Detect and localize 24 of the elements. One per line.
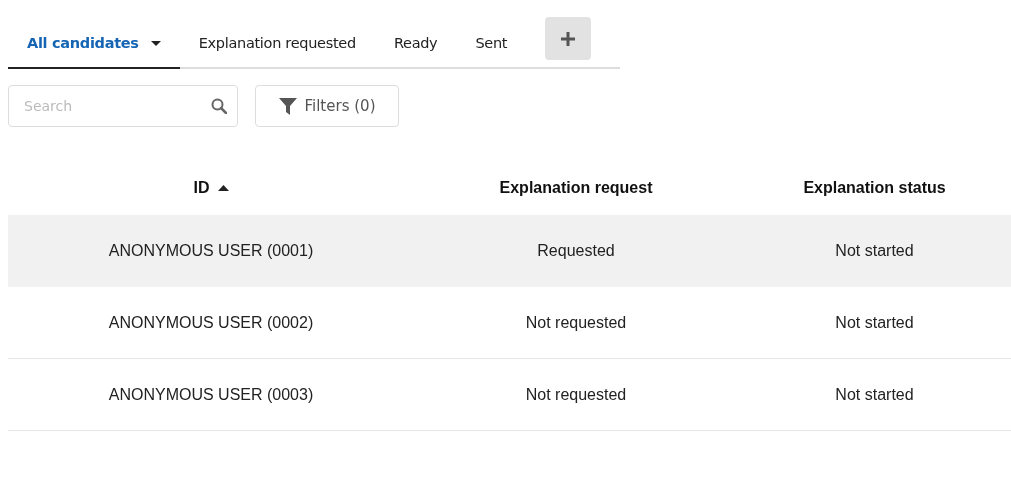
table-cell-text: Not started: [834, 240, 915, 261]
table-row[interactable]: ANONYMOUS USER (0001) Requested Not started: [8, 215, 1011, 287]
column-header[interactable]: Explanation request: [414, 160, 738, 215]
search-icon: [211, 98, 227, 114]
tab[interactable]: Sent: [456, 19, 527, 69]
column-header[interactable]: Explanation status: [738, 160, 1011, 215]
tab[interactable]: Ready: [374, 19, 457, 69]
add-tab-button[interactable]: [545, 17, 592, 60]
table-cell-text: Not requested: [524, 312, 628, 333]
table-cell-text: Requested: [536, 240, 616, 261]
column-header[interactable]: ID: [8, 160, 414, 215]
table-cell-text: ANONYMOUS USER (0002): [107, 312, 315, 333]
table-cell-text: Not started: [834, 312, 915, 333]
plus-icon: [561, 31, 576, 46]
table-cell-text: ANONYMOUS USER (0001): [107, 240, 315, 261]
table-cell-text: Not requested: [524, 384, 628, 405]
table-cell-text: ANONYMOUS USER (0003): [107, 384, 315, 405]
tab[interactable]: Explanation requested: [179, 19, 375, 69]
funnel-icon: [278, 97, 297, 115]
tab[interactable]: All candidates: [8, 19, 180, 69]
caret-icon: [150, 40, 161, 46]
search-field[interactable]: Search: [8, 85, 238, 127]
filters-button[interactable]: Filters (0): [255, 85, 399, 127]
table-cell-text: Not started: [834, 384, 915, 405]
